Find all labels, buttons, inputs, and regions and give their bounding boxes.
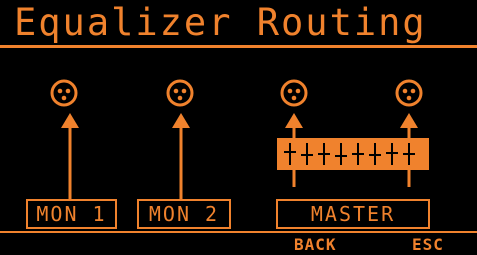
output-mon2-button[interactable]: MON 2 [137,199,231,229]
arrow-up-icon [61,113,79,199]
back-softkey[interactable]: BACK [294,236,337,254]
output-mon1-button[interactable]: MON 1 [26,199,117,229]
xlr-connector-icon [395,79,423,107]
xlr-connector-icon [50,79,78,107]
esc-softkey[interactable]: ESC [412,236,444,254]
xlr-connector-icon [166,79,194,107]
arrow-up-icon [172,113,190,199]
output-master-button[interactable]: MASTER [276,199,430,229]
graphic-eq-icon [277,138,429,170]
xlr-connector-icon [280,79,308,107]
softkey-divider [0,231,477,233]
